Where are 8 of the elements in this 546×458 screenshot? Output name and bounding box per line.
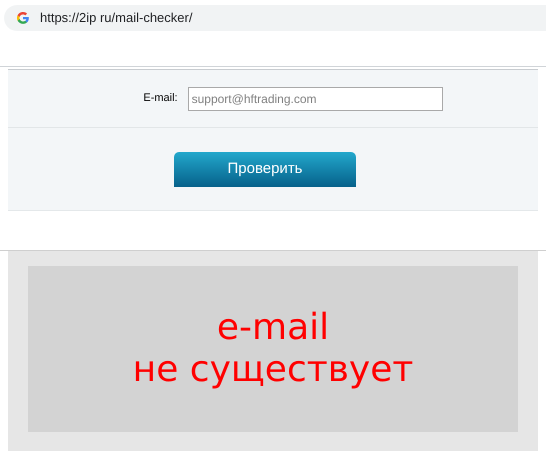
result-message: не существует <box>132 349 414 391</box>
email-field[interactable]: support@hftrading.com <box>188 86 443 110</box>
google-logo-icon <box>16 11 30 25</box>
address-bar[interactable]: https://2ip ru/mail-checker/ <box>4 5 546 31</box>
email-label: E-mail: <box>143 91 178 106</box>
check-button[interactable]: Проверить <box>174 152 356 186</box>
result-message: e-mail <box>216 307 330 349</box>
url-text: https://2ip ru/mail-checker/ <box>40 9 192 28</box>
